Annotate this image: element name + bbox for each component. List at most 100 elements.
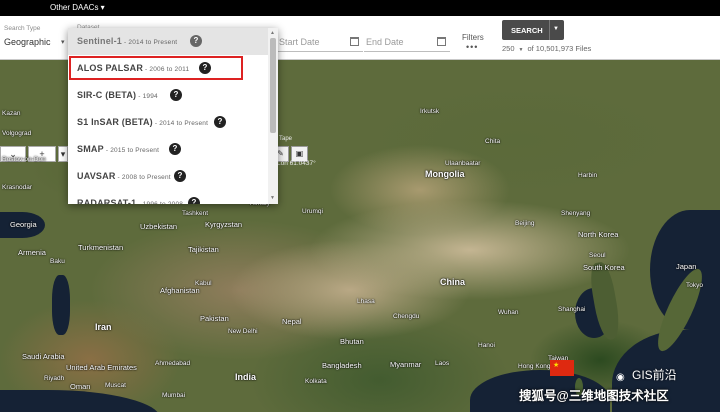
filters-label[interactable]: Filters: [462, 33, 484, 42]
map-label: Tokyo: [686, 282, 703, 289]
dataset-option-label: S1 InSAR (BETA) - 2014 to Present: [77, 117, 209, 127]
dataset-option-label: Sentinel-1 - 2014 to Present: [77, 36, 178, 46]
scroll-up-icon[interactable]: ▲: [270, 30, 275, 36]
dataset-option[interactable]: UAVSAR - 2008 to Present?: [68, 163, 268, 190]
map-label: United Arab Emirates: [66, 363, 137, 372]
dataset-option[interactable]: S1 InSAR (BETA) - 2014 to Present?: [68, 109, 268, 136]
map-label: Wuhan: [498, 309, 519, 316]
search-button-label: SEARCH: [511, 26, 543, 35]
highlight-box: [69, 56, 243, 80]
map-label: South Korea: [583, 263, 625, 272]
map-label: Tajikistan: [188, 245, 219, 254]
help-icon[interactable]: ?: [170, 89, 182, 101]
wechat-icon: ◉: [616, 372, 625, 383]
map-label: New Delhi: [228, 328, 258, 335]
map-label: North Korea: [578, 230, 619, 239]
map-label: Baku: [50, 258, 65, 265]
map-label: Kyrgyzstan: [205, 220, 243, 229]
dropdown-scrollbar[interactable]: ▲ ▼: [268, 28, 278, 204]
china-flag-icon: ★: [550, 360, 574, 376]
chevron-down-icon[interactable]: ▾: [61, 38, 65, 46]
map-label: Armenia: [18, 248, 46, 257]
map-label: Hong Kong: [518, 363, 551, 370]
map-label: Muscat: [105, 382, 126, 389]
map-label: Saudi Arabia: [22, 352, 65, 361]
map-label: Mumbai: [162, 392, 186, 399]
map-label: Shanghai: [558, 306, 586, 313]
help-icon[interactable]: ?: [169, 143, 181, 155]
top-nav-bar: Other DAACs ▾: [0, 0, 720, 16]
map-label: Kolkata: [305, 378, 327, 385]
map-label: Myanmar: [390, 360, 422, 369]
calendar-icon[interactable]: [350, 37, 359, 46]
map-label: Harbin: [578, 172, 598, 179]
dataset-option-label: SMAP - 2015 to Present: [77, 144, 160, 154]
calendar-icon[interactable]: [437, 37, 446, 46]
arabian-sea: [0, 390, 160, 412]
dataset-dropdown[interactable]: Sentinel-1 - 2014 to Present? ALOS PALSAR…: [68, 28, 278, 204]
map-label: India: [235, 372, 257, 382]
chevron-down-icon[interactable]: ▼: [553, 26, 559, 32]
map-label: Afghanistan: [160, 286, 200, 295]
map-label: Irkutsk: [420, 108, 440, 115]
map-label: Krasnodar: [2, 184, 32, 191]
map-label: Ulaanbaatar: [445, 160, 481, 167]
coordinate-readout: Lon 61.0437°: [277, 160, 316, 167]
map-options-button[interactable]: ▾: [58, 146, 68, 162]
map-label: China: [440, 277, 466, 287]
dataset-option-label: SIR-C (BETA) - 1994: [77, 90, 158, 100]
map-label: Tashkent: [182, 210, 209, 217]
start-date-placeholder: Start Date: [279, 37, 320, 47]
start-date-field[interactable]: Start Date: [277, 34, 363, 52]
map-label: Japan: [676, 262, 697, 271]
dataset-option[interactable]: RADARSAT-1 - 1996 to 2008?: [68, 190, 268, 204]
map-label: Kabul: [195, 280, 212, 287]
map-label: Volgograd: [2, 130, 32, 137]
map-label: Kazan: [2, 110, 21, 117]
map-label: Georgia: [10, 220, 37, 229]
map-label: Oman: [70, 382, 91, 391]
dataset-option[interactable]: SIR-C (BETA) - 1994?: [68, 82, 268, 109]
map-label: Iran: [95, 322, 112, 332]
dataset-option-label: UAVSAR - 2008 to Present: [77, 171, 171, 181]
map-label: Nepal: [282, 317, 302, 326]
help-icon[interactable]: ?: [174, 170, 186, 182]
watermark-brand: GIS前沿: [632, 368, 677, 382]
button-divider: [549, 20, 550, 40]
map-label: Turkmenistan: [78, 243, 124, 252]
map-label: Chita: [485, 138, 501, 145]
map-label: Bhutan: [340, 337, 364, 346]
watermark-text: 搜狐号@三维地图技术社区: [519, 389, 669, 403]
map-label: Pakistan: [200, 314, 229, 323]
dataset-option[interactable]: SMAP - 2015 to Present?: [68, 136, 268, 163]
map-label: Laos: [435, 360, 450, 367]
dataset-option-label: RADARSAT-1 - 1996 to 2008: [77, 198, 183, 204]
map-label: Beijing: [515, 220, 535, 227]
map-label: Riyadh: [44, 375, 65, 382]
scroll-down-icon[interactable]: ▼: [270, 195, 275, 201]
search-button[interactable]: SEARCH ▼: [502, 20, 564, 40]
search-type-label: Search Type: [4, 25, 41, 32]
tape-label: Tape: [279, 136, 293, 142]
map-label: Shenyang: [561, 210, 591, 217]
help-icon[interactable]: ?: [214, 116, 226, 128]
chevron-down-icon[interactable]: ▼: [519, 47, 524, 53]
map-label: Lhasa: [357, 298, 375, 305]
map-label: Rostov-on-Don: [2, 156, 46, 163]
map-label: Seoul: [589, 252, 606, 259]
scrollbar-thumb[interactable]: [270, 38, 276, 133]
more-dots-icon[interactable]: •••: [466, 42, 478, 52]
other-daacs-menu[interactable]: Other DAACs ▾: [50, 3, 105, 12]
map-label: Hanoi: [478, 342, 495, 349]
map-label: Chengdu: [393, 313, 420, 320]
results-count: 250 ▼ of 10,501,973 Files: [502, 44, 591, 53]
help-icon[interactable]: ?: [190, 35, 202, 47]
map-label: Mongolia: [425, 169, 465, 179]
dataset-option[interactable]: Sentinel-1 - 2014 to Present?: [68, 28, 268, 55]
end-date-field[interactable]: End Date: [364, 34, 450, 52]
search-type-select[interactable]: Geographic: [4, 37, 51, 47]
max-results-select[interactable]: 250: [502, 44, 515, 53]
caspian-sea: [52, 275, 70, 335]
help-icon[interactable]: ?: [188, 197, 200, 204]
flag-star: ★: [553, 362, 560, 369]
